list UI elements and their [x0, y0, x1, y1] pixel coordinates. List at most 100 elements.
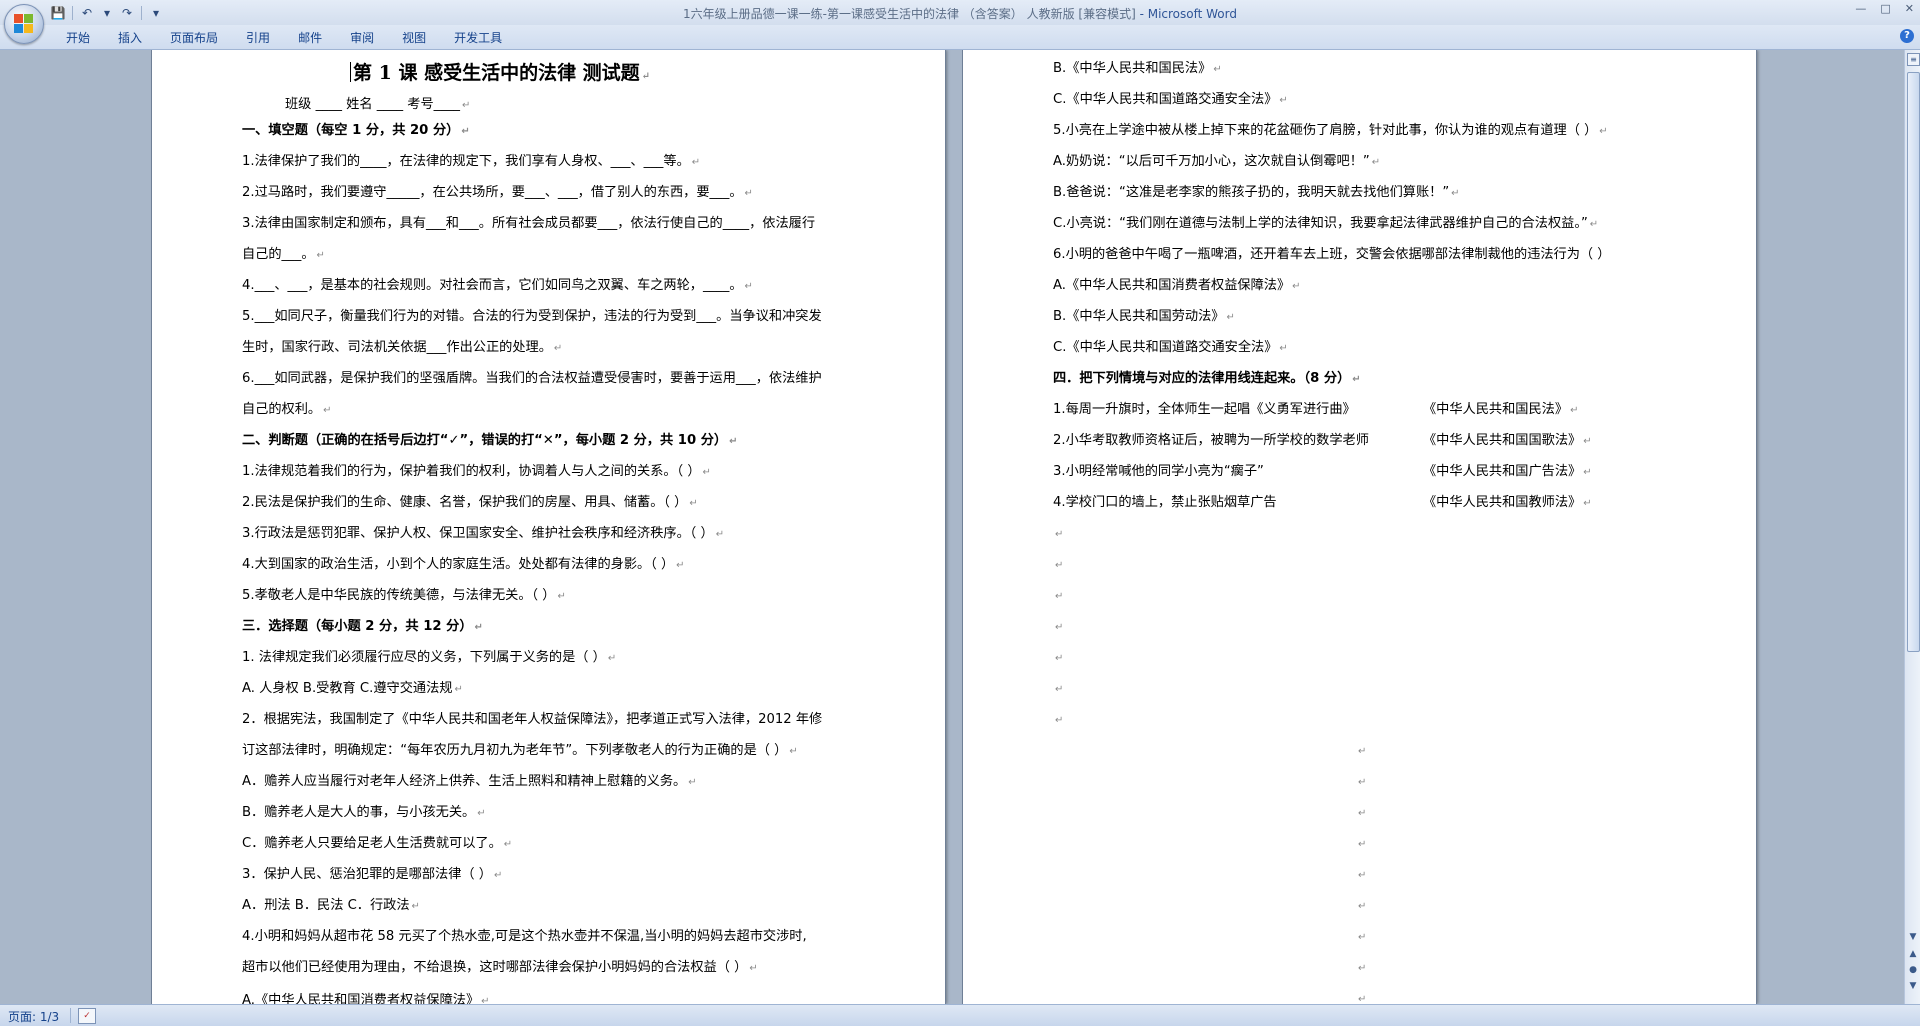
doc-line: 1.法律规范着我们的行为，保护着我们的权利，协调着人与人之间的关系。（ ） ↵	[242, 464, 711, 479]
doc-line: 4.小明和妈妈从超市花 58 元买了个热水壶,可是这个热水壶并不保温,当小明的妈…	[242, 929, 807, 944]
page-title: 第 1 课 感受生活中的法律 测试题 ↵	[350, 62, 650, 86]
scroll-down-icon[interactable]: ▼	[1906, 930, 1920, 944]
paragraph-mark: ↵	[1055, 591, 1064, 602]
doc-line: 生时，国家行政、司法机关依据___作出公正的处理。 ↵	[242, 340, 563, 355]
doc-line: 3．保护人民、惩治犯罪的是哪部法律（ ） ↵	[242, 867, 503, 882]
window-title: 1六年级上册品德一课一练-第一课感受生活中的法律 （含答案） 人教新版 [兼容模…	[0, 5, 1920, 22]
section-heading: 二、判断题（正确的在括号后边打“✓”，错误的打“✕”，每小题 2 分，共 10 …	[242, 433, 738, 448]
doc-line: A. 人身权 B.受教育 C.遵守交通法规 ↵	[242, 681, 463, 696]
ribbon-tabs: 开始 插入 页面布局 引用 邮件 审阅 视图 开发工具	[52, 29, 516, 47]
maximize-button[interactable]: □	[1880, 2, 1890, 15]
view-ruler-button[interactable]: ≡	[1907, 53, 1920, 66]
section-heading: 三．选择题（每小题 2 分，共 12 分） ↵	[242, 619, 483, 634]
office-button[interactable]	[4, 4, 44, 44]
doc-line: 5.孝敬老人是中华民族的传统美德，与法律无关。（ ） ↵	[242, 588, 566, 603]
title-bar: 💾 ↶ ▾ ↷ ▾ 1六年级上册品德一课一练-第一课感受生活中的法律 （含答案）…	[0, 0, 1920, 44]
paragraph-mark: ↵	[1358, 839, 1367, 850]
doc-line: 自己的___。 ↵	[242, 247, 325, 262]
paragraph-mark: ↵	[1358, 808, 1367, 819]
paragraph-mark: ↵	[1358, 901, 1367, 912]
doc-line: B．赡养老人是大人的事，与小孩无关。 ↵	[242, 805, 486, 820]
student-info-line: 班级 ____ 姓名 ____ 考号____ ↵	[285, 97, 471, 112]
scrollbar-thumb[interactable]	[1907, 72, 1920, 652]
page-2[interactable]: B.《中华人民共和国民法》 ↵ C.《中华人民共和国道路交通安全法》 ↵ 5.小亮在…	[963, 50, 1756, 1004]
vertical-scrollbar[interactable]: ≡ ▼ ▲ ● ▼	[1904, 50, 1920, 1004]
tab-developer[interactable]: 开发工具	[440, 29, 516, 47]
matching-law: 《中华人民共和国国歌法》 ↵	[1423, 433, 1592, 448]
doc-line: A.《中华人民共和国消费者权益保障法》 ↵	[242, 993, 490, 1004]
doc-line: 自己的权利。 ↵	[242, 402, 332, 417]
doc-line: 5.小亮在上学途中被从楼上掉下来的花盆砸伤了肩膀，针对此事，你认为谁的观点有道理…	[1053, 123, 1608, 138]
previous-page-icon[interactable]: ▲	[1906, 947, 1920, 961]
ribbon-tab-bar: 开始 插入 页面布局 引用 邮件 审阅 视图 开发工具 ?	[0, 25, 1920, 50]
doc-line: 6.___如同武器，是保护我们的坚强盾牌。当我们的合法权益遭受侵害时，要善于运用…	[242, 371, 822, 386]
tab-home[interactable]: 开始	[52, 29, 104, 47]
paragraph-mark: ↵	[1358, 870, 1367, 881]
doc-line: 4.___、___，是基本的社会规则。对社会而言，它们如同鸟之双翼、车之两轮，_…	[242, 278, 753, 293]
document-area[interactable]: 第 1 课 感受生活中的法律 测试题 ↵ 班级 ____ 姓名 ____ 考号__…	[0, 50, 1904, 1004]
text-cursor	[350, 62, 351, 82]
next-page-icon[interactable]: ▼	[1906, 979, 1920, 993]
doc-line: 1. 法律规定我们必须履行应尽的义务，下列属于义务的是（ ） ↵	[242, 650, 617, 665]
paragraph-mark: ↵	[1055, 529, 1064, 540]
paragraph-mark: ↵	[1358, 963, 1367, 974]
status-separator	[70, 1008, 71, 1023]
doc-line: A.奶奶说：“以后可千万加小心，这次就自认倒霉吧！” ↵	[1053, 154, 1381, 169]
tab-view[interactable]: 视图	[388, 29, 440, 47]
doc-line: 2.民法是保护我们的生命、健康、名誉，保护我们的房屋、用具、储蓄。（ ） ↵	[242, 495, 698, 510]
window-controls: — □ ✕	[1855, 2, 1914, 15]
paragraph-mark: ↵	[1358, 994, 1367, 1004]
doc-line: C.小亮说：“我们刚在道德与法制上学的法律知识，我要拿起法律武器维护自己的合法权…	[1053, 216, 1599, 231]
matching-law: 《中华人民共和国民法》 ↵	[1423, 402, 1579, 417]
paragraph-mark: ↵	[1055, 560, 1064, 571]
office-logo-icon	[14, 14, 34, 34]
doc-line: A．赡养人应当履行对老年人经济上供养、生活上照料和精神上慰籍的义务。 ↵	[242, 774, 697, 789]
doc-line: 2.过马路时，我们要遵守_____，在公共场所，要___、___，借了别人的东西…	[242, 185, 753, 200]
matching-situation: 1.每周一升旗时，全体师生一起唱《义勇军进行曲》	[1053, 402, 1356, 417]
tab-mailings[interactable]: 邮件	[284, 29, 336, 47]
doc-line: 3.行政法是惩罚犯罪、保护人权、保卫国家安全、维护社会秩序和经济秩序。（ ） ↵	[242, 526, 725, 541]
select-browse-object-icon[interactable]: ●	[1906, 963, 1920, 977]
doc-line: C.《中华人民共和国道路交通安全法》 ↵	[1053, 92, 1288, 107]
tab-insert[interactable]: 插入	[104, 29, 156, 47]
paragraph-mark: ↵	[1358, 932, 1367, 943]
paragraph-mark: ↵	[1055, 653, 1064, 664]
paragraph-mark: ↵	[1055, 715, 1064, 726]
minimize-button[interactable]: —	[1855, 2, 1866, 15]
proofing-icon[interactable]: ✓	[78, 1008, 96, 1024]
doc-line: 2．根据宪法，我国制定了《中华人民共和国老年人权益保障法》，把孝道正式写入法律，…	[242, 712, 823, 727]
doc-line: B.《中华人民共和国民法》 ↵	[1053, 61, 1222, 76]
paragraph-mark: ↵	[1358, 777, 1367, 788]
section-heading: 一、填空题（每空 1 分，共 20 分） ↵	[242, 123, 470, 138]
page-1[interactable]: 第 1 课 感受生活中的法律 测试题 ↵ 班级 ____ 姓名 ____ 考号__…	[152, 50, 945, 1004]
doc-line: 3.法律由国家制定和颁布，具有___和___。所有社会成员都要___，依法行使自…	[242, 216, 816, 231]
status-bar: 页面: 1/3 ✓	[0, 1004, 1920, 1026]
doc-line: 超市以他们已经使用为理由，不给退换，这时哪部法律会保护小明妈妈的合法权益（ ） ↵	[242, 960, 758, 975]
paragraph-mark: ↵	[1358, 746, 1367, 757]
tab-references[interactable]: 引用	[232, 29, 284, 47]
page-counter[interactable]: 页面: 1/3	[8, 1008, 59, 1025]
document-name: 1六年级上册品德一课一练-第一课感受生活中的法律 （含答案） 人教新版 [兼容模…	[682, 7, 1136, 21]
doc-line: C.《中华人民共和国道路交通安全法》 ↵	[1053, 340, 1288, 355]
paragraph-mark: ↵	[1055, 622, 1064, 633]
doc-line: B.《中华人民共和国劳动法》 ↵	[1053, 309, 1235, 324]
doc-line: A.《中华人民共和国消费者权益保障法》 ↵	[1053, 278, 1301, 293]
matching-situation: 3.小明经常喊他的同学小亮为“瘸子”	[1053, 464, 1264, 479]
app-name: - Microsoft Word	[1135, 7, 1237, 21]
doc-line: 1.法律保护了我们的____，在法律的规定下，我们享有人身权、___、___等。…	[242, 154, 701, 169]
help-icon[interactable]: ?	[1900, 29, 1914, 43]
paragraph-mark: ↵	[1055, 684, 1064, 695]
tab-page-layout[interactable]: 页面布局	[156, 29, 232, 47]
doc-line: 6.小明的爸爸中午喝了一瓶啤酒，还开着车去上班，交警会依据哪部法律制裁他的违法行…	[1053, 247, 1611, 262]
doc-line: B.爸爸说：“这准是老李家的熊孩子扔的，我明天就去找他们算账！” ↵	[1053, 185, 1460, 200]
close-button[interactable]: ✕	[1905, 2, 1914, 15]
doc-line: A．刑法 B．民法 C．行政法 ↵	[242, 898, 420, 913]
tab-review[interactable]: 审阅	[336, 29, 388, 47]
doc-line: 订这部法律时，明确规定：“每年农历九月初九为老年节”。下列孝敬老人的行为正确的是…	[242, 743, 798, 758]
section-heading: 四．把下列情境与对应的法律用线连起来。（8 分） ↵	[1053, 371, 1361, 386]
matching-law: 《中华人民共和国广告法》 ↵	[1423, 464, 1592, 479]
doc-line: 5.___如同尺子，衡量我们行为的对错。合法的行为受到保护，违法的行为受到___…	[242, 309, 822, 324]
doc-line: C．赡养老人只要给足老人生活费就可以了。 ↵	[242, 836, 513, 851]
matching-situation: 2.小华考取教师资格证后，被聘为一所学校的数学老师	[1053, 433, 1369, 448]
matching-situation: 4.学校门口的墙上，禁止张贴烟草广告	[1053, 495, 1277, 510]
